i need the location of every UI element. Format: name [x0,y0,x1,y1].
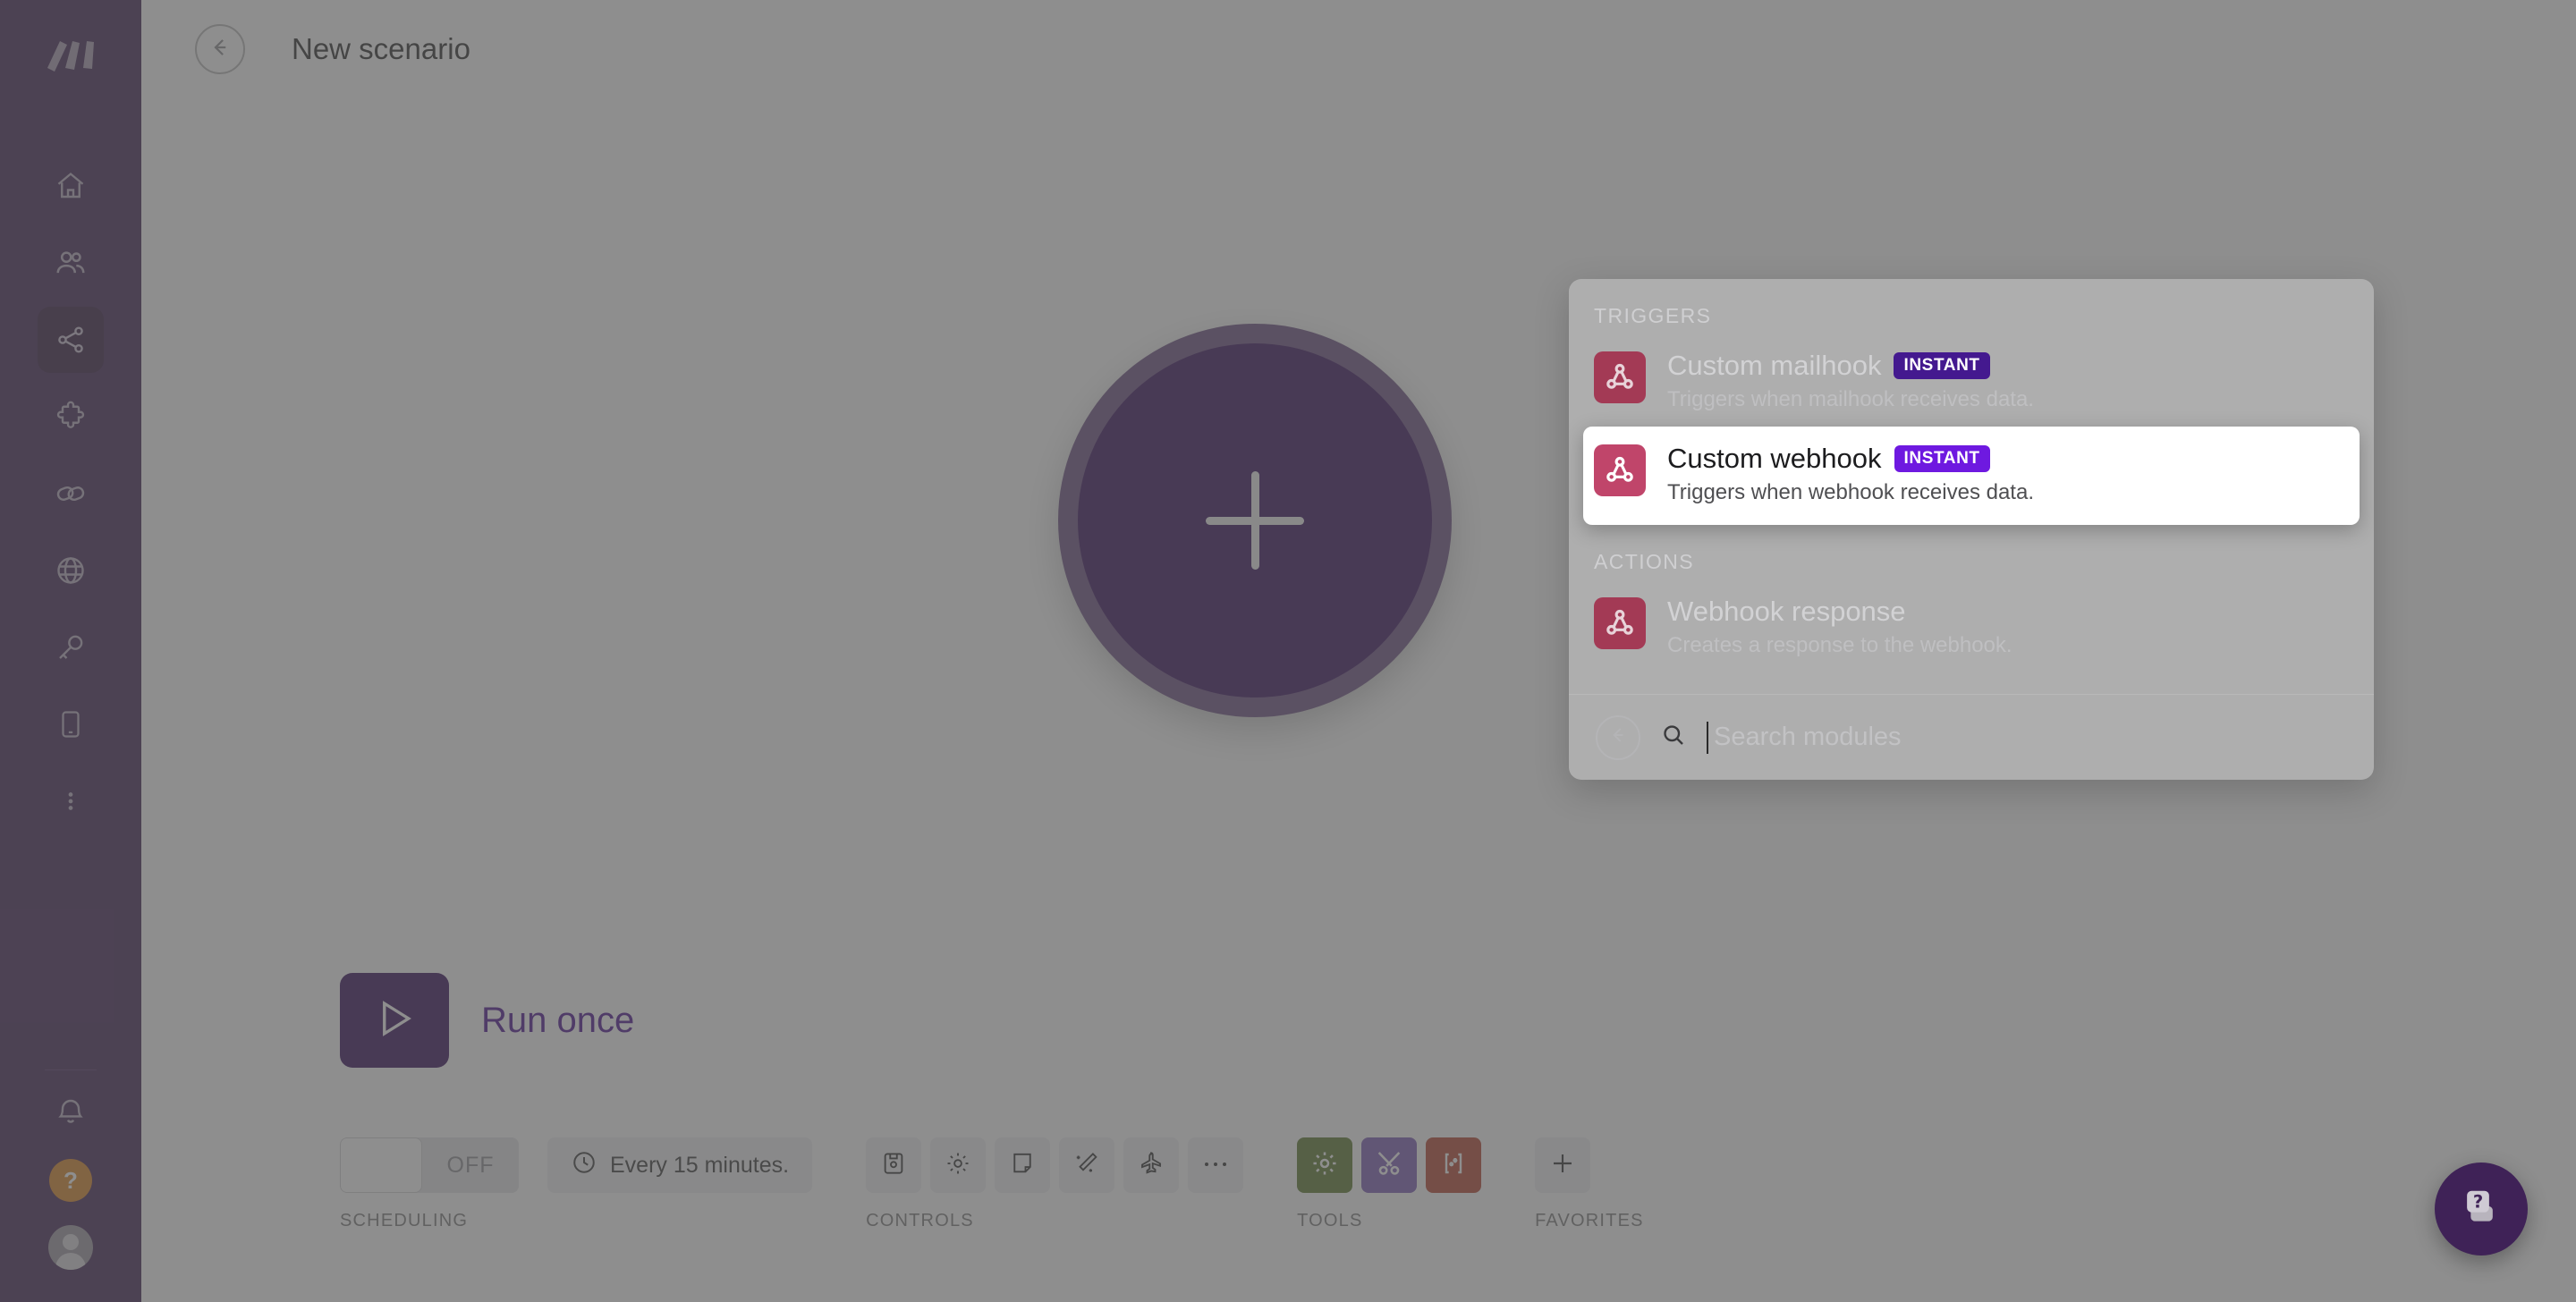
module-title-line: Custom webhook INSTANT [1667,444,2034,472]
module-title: Custom mailhook [1667,350,1882,381]
picker-section-title-triggers: TRIGGERS [1594,304,1712,327]
module-text: Webhook response Creates a response to t… [1667,597,2012,658]
module-description: Triggers when webhook receives data. [1667,480,2034,504]
module-picker-panel: TRIGGERS Custom mailhook INSTANT Trigger… [1569,279,2374,780]
module-description: Creates a response to the webhook. [1667,633,2012,657]
webhook-icon [1594,444,1646,496]
module-title: Webhook response [1667,596,1906,627]
module-description: Triggers when mailhook receives data. [1667,387,2034,411]
module-title: Custom webhook [1667,443,1882,474]
module-item-custom-webhook[interactable]: Custom webhook INSTANT Triggers when web… [1583,427,2360,525]
picker-back-button[interactable] [1596,714,1640,760]
webhook-icon [1594,351,1646,403]
search-placeholder: Search modules [1714,723,1902,751]
module-item-webhook-response[interactable]: Webhook response Creates a response to t… [1569,585,2374,672]
text-cursor [1707,721,1708,754]
module-text: Custom mailhook INSTANT Triggers when ma… [1667,351,2034,412]
search-icon [1660,722,1687,753]
module-search-row: Search modules [1569,694,2374,780]
status-badge: INSTANT [1894,351,1990,379]
picker-section-title-actions: ACTIONS [1594,550,1695,573]
search-input[interactable]: Search modules [1707,721,2347,754]
arrow-left-circle-icon [1606,723,1630,751]
module-title-line: Custom mailhook INSTANT [1667,351,2034,379]
svg-text:?: ? [2473,1191,2483,1212]
help-chat-button[interactable]: ? [2435,1162,2528,1256]
module-item-custom-mailhook[interactable]: Custom mailhook INSTANT Triggers when ma… [1569,339,2374,427]
status-badge: INSTANT [1894,444,1990,472]
module-text: Custom webhook INSTANT Triggers when web… [1667,444,2034,505]
help-chat-icon: ? [2456,1182,2506,1237]
webhook-icon [1594,597,1646,649]
picker-spacer [1569,672,2374,694]
module-title-line: Webhook response [1667,597,2012,625]
